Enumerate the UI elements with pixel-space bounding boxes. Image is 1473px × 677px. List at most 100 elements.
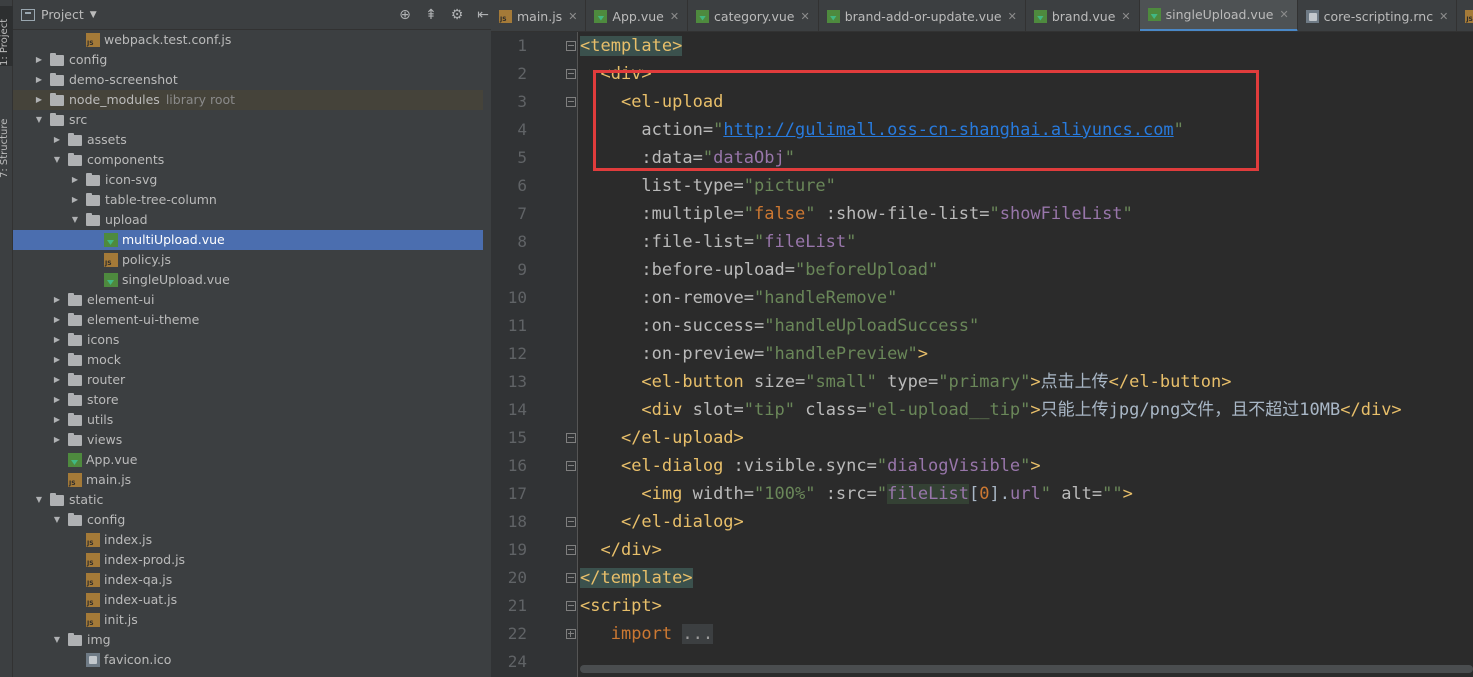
fold-collapse-icon[interactable] bbox=[566, 545, 576, 555]
code-line[interactable]: :on-success="handleUploadSuccess" bbox=[580, 312, 1473, 340]
hide-panel-icon[interactable]: ⇤ bbox=[475, 7, 491, 23]
fold-expand-icon[interactable] bbox=[566, 629, 576, 639]
horizontal-scrollbar[interactable] bbox=[580, 665, 1473, 673]
code-line[interactable]: </el-upload> bbox=[580, 424, 1473, 452]
tree-file[interactable]: favicon.ico bbox=[13, 650, 483, 670]
collapsed-arrow-icon[interactable]: ▶ bbox=[33, 50, 45, 70]
fold-collapse-icon[interactable] bbox=[566, 433, 576, 443]
editor-tab[interactable]: webp bbox=[1457, 0, 1473, 31]
collapsed-arrow-icon[interactable]: ▶ bbox=[51, 130, 63, 150]
expanded-arrow-icon[interactable]: ▼ bbox=[51, 630, 63, 650]
tree-folder[interactable]: ▶ icon-svg bbox=[13, 170, 483, 190]
fold-collapse-icon[interactable] bbox=[566, 517, 576, 527]
close-tab-icon[interactable]: ✕ bbox=[1008, 10, 1017, 23]
tree-folder[interactable]: ▶ mock bbox=[13, 350, 483, 370]
code-line[interactable]: :on-remove="handleRemove" bbox=[580, 284, 1473, 312]
close-tab-icon[interactable]: ✕ bbox=[1439, 10, 1448, 23]
collapsed-arrow-icon[interactable]: ▶ bbox=[51, 410, 63, 430]
close-tab-icon[interactable]: ✕ bbox=[568, 10, 577, 23]
code-line[interactable]: <div slot="tip" class="el-upload__tip">只… bbox=[580, 396, 1473, 424]
editor-tab[interactable]: category.vue ✕ bbox=[688, 0, 819, 31]
editor-tab[interactable]: core-scripting.rnc ✕ bbox=[1298, 0, 1458, 31]
tree-folder[interactable]: ▼ upload bbox=[13, 210, 483, 230]
editor-tab[interactable]: App.vue ✕ bbox=[586, 0, 689, 31]
code-line[interactable]: </el-dialog> bbox=[580, 508, 1473, 536]
tree-file[interactable]: App.vue bbox=[13, 450, 483, 470]
tree-folder[interactable]: ▶ icons bbox=[13, 330, 483, 350]
tree-folder[interactable]: ▶ demo-screenshot bbox=[13, 70, 483, 90]
tree-file[interactable]: multiUpload.vue bbox=[13, 230, 483, 250]
tree-folder[interactable]: ▶ store bbox=[13, 390, 483, 410]
close-tab-icon[interactable]: ✕ bbox=[1121, 10, 1130, 23]
code-line[interactable]: :before-upload="beforeUpload" bbox=[580, 256, 1473, 284]
tree-folder[interactable]: ▶ node_modules library root bbox=[13, 90, 483, 110]
tree-file[interactable]: webpack.test.conf.js bbox=[13, 30, 483, 50]
code-line[interactable]: </template> bbox=[580, 564, 1473, 592]
tree-folder[interactable]: ▶ router bbox=[13, 370, 483, 390]
code-line[interactable]: <script> bbox=[580, 592, 1473, 620]
tree-folder[interactable]: ▶ utils bbox=[13, 410, 483, 430]
chevron-down-icon[interactable]: ▼ bbox=[90, 10, 97, 20]
tree-folder[interactable]: ▶ assets bbox=[13, 130, 483, 150]
editor-tab[interactable]: brand.vue ✕ bbox=[1026, 0, 1140, 31]
code-line[interactable]: <el-button size="small" type="primary">点… bbox=[580, 368, 1473, 396]
structure-tool-tab[interactable]: 7: Structure bbox=[0, 98, 13, 178]
editor-tab[interactable]: singleUpload.vue ✕ bbox=[1139, 0, 1298, 31]
project-panel-title[interactable]: Project bbox=[41, 7, 84, 22]
locate-file-icon[interactable]: ⊕ bbox=[397, 7, 413, 23]
code-line[interactable]: :on-preview="handlePreview"> bbox=[580, 340, 1473, 368]
code-line[interactable]: import ... bbox=[580, 620, 1473, 648]
collapsed-arrow-icon[interactable]: ▶ bbox=[51, 290, 63, 310]
code-line[interactable]: <el-dialog :visible.sync="dialogVisible"… bbox=[580, 452, 1473, 480]
collapsed-arrow-icon[interactable]: ▶ bbox=[51, 350, 63, 370]
tree-folder[interactable]: ▶ table-tree-column bbox=[13, 190, 483, 210]
fold-collapse-icon[interactable] bbox=[566, 69, 576, 79]
fold-collapse-icon[interactable] bbox=[566, 41, 576, 51]
collapsed-arrow-icon[interactable]: ▶ bbox=[33, 90, 45, 110]
expanded-arrow-icon[interactable]: ▼ bbox=[51, 510, 63, 530]
tree-folder[interactable]: ▼ components bbox=[13, 150, 483, 170]
collapsed-arrow-icon[interactable]: ▶ bbox=[51, 310, 63, 330]
tree-file[interactable]: main.js bbox=[13, 470, 483, 490]
editor-tab[interactable]: main.js ✕ bbox=[491, 0, 587, 31]
tree-file[interactable]: singleUpload.vue bbox=[13, 270, 483, 290]
fold-collapse-icon[interactable] bbox=[566, 97, 576, 107]
collapsed-arrow-icon[interactable]: ▶ bbox=[33, 70, 45, 90]
expanded-arrow-icon[interactable]: ▼ bbox=[33, 490, 45, 510]
expanded-arrow-icon[interactable]: ▼ bbox=[51, 150, 63, 170]
collapse-all-icon[interactable]: ⇞ bbox=[423, 7, 439, 23]
tree-folder[interactable]: ▼ config bbox=[13, 510, 483, 530]
code-line[interactable]: </div> bbox=[580, 536, 1473, 564]
collapsed-arrow-icon[interactable]: ▶ bbox=[51, 390, 63, 410]
tree-file[interactable]: init.js bbox=[13, 610, 483, 630]
tree-folder[interactable]: ▼ img bbox=[13, 630, 483, 650]
tree-folder[interactable]: ▶ views bbox=[13, 430, 483, 450]
tree-folder[interactable]: ▶ element-ui-theme bbox=[13, 310, 483, 330]
tree-folder[interactable]: ▶ element-ui bbox=[13, 290, 483, 310]
expanded-arrow-icon[interactable]: ▼ bbox=[33, 110, 45, 130]
code-line[interactable]: :file-list="fileList" bbox=[580, 228, 1473, 256]
code-line[interactable]: <img width="100%" :src="fileList[0].url"… bbox=[580, 480, 1473, 508]
tree-folder[interactable]: ▶ config bbox=[13, 50, 483, 70]
tree-file[interactable]: policy.js bbox=[13, 250, 483, 270]
collapsed-arrow-icon[interactable]: ▶ bbox=[51, 370, 63, 390]
tree-file[interactable]: index.js bbox=[13, 530, 483, 550]
fold-collapse-icon[interactable] bbox=[566, 573, 576, 583]
editor-tab[interactable]: brand-add-or-update.vue ✕ bbox=[819, 0, 1026, 31]
tree-folder[interactable]: ▼ static bbox=[13, 490, 483, 510]
tree-file[interactable]: index-uat.js bbox=[13, 590, 483, 610]
project-tool-tab[interactable]: 1: Project bbox=[0, 6, 13, 66]
tree-file[interactable]: index-prod.js bbox=[13, 550, 483, 570]
close-tab-icon[interactable]: ✕ bbox=[670, 10, 679, 23]
close-tab-icon[interactable]: ✕ bbox=[801, 10, 810, 23]
fold-collapse-icon[interactable] bbox=[566, 461, 576, 471]
code-line[interactable]: <template> bbox=[580, 32, 1473, 60]
collapsed-arrow-icon[interactable]: ▶ bbox=[69, 190, 81, 210]
expanded-arrow-icon[interactable]: ▼ bbox=[69, 210, 81, 230]
tree-folder[interactable]: ▼ src bbox=[13, 110, 483, 130]
fold-collapse-icon[interactable] bbox=[566, 601, 576, 611]
code-line[interactable]: list-type="picture" bbox=[580, 172, 1473, 200]
gear-icon[interactable]: ⚙ bbox=[449, 7, 465, 23]
tree-file[interactable]: index-qa.js bbox=[13, 570, 483, 590]
collapsed-arrow-icon[interactable]: ▶ bbox=[69, 170, 81, 190]
